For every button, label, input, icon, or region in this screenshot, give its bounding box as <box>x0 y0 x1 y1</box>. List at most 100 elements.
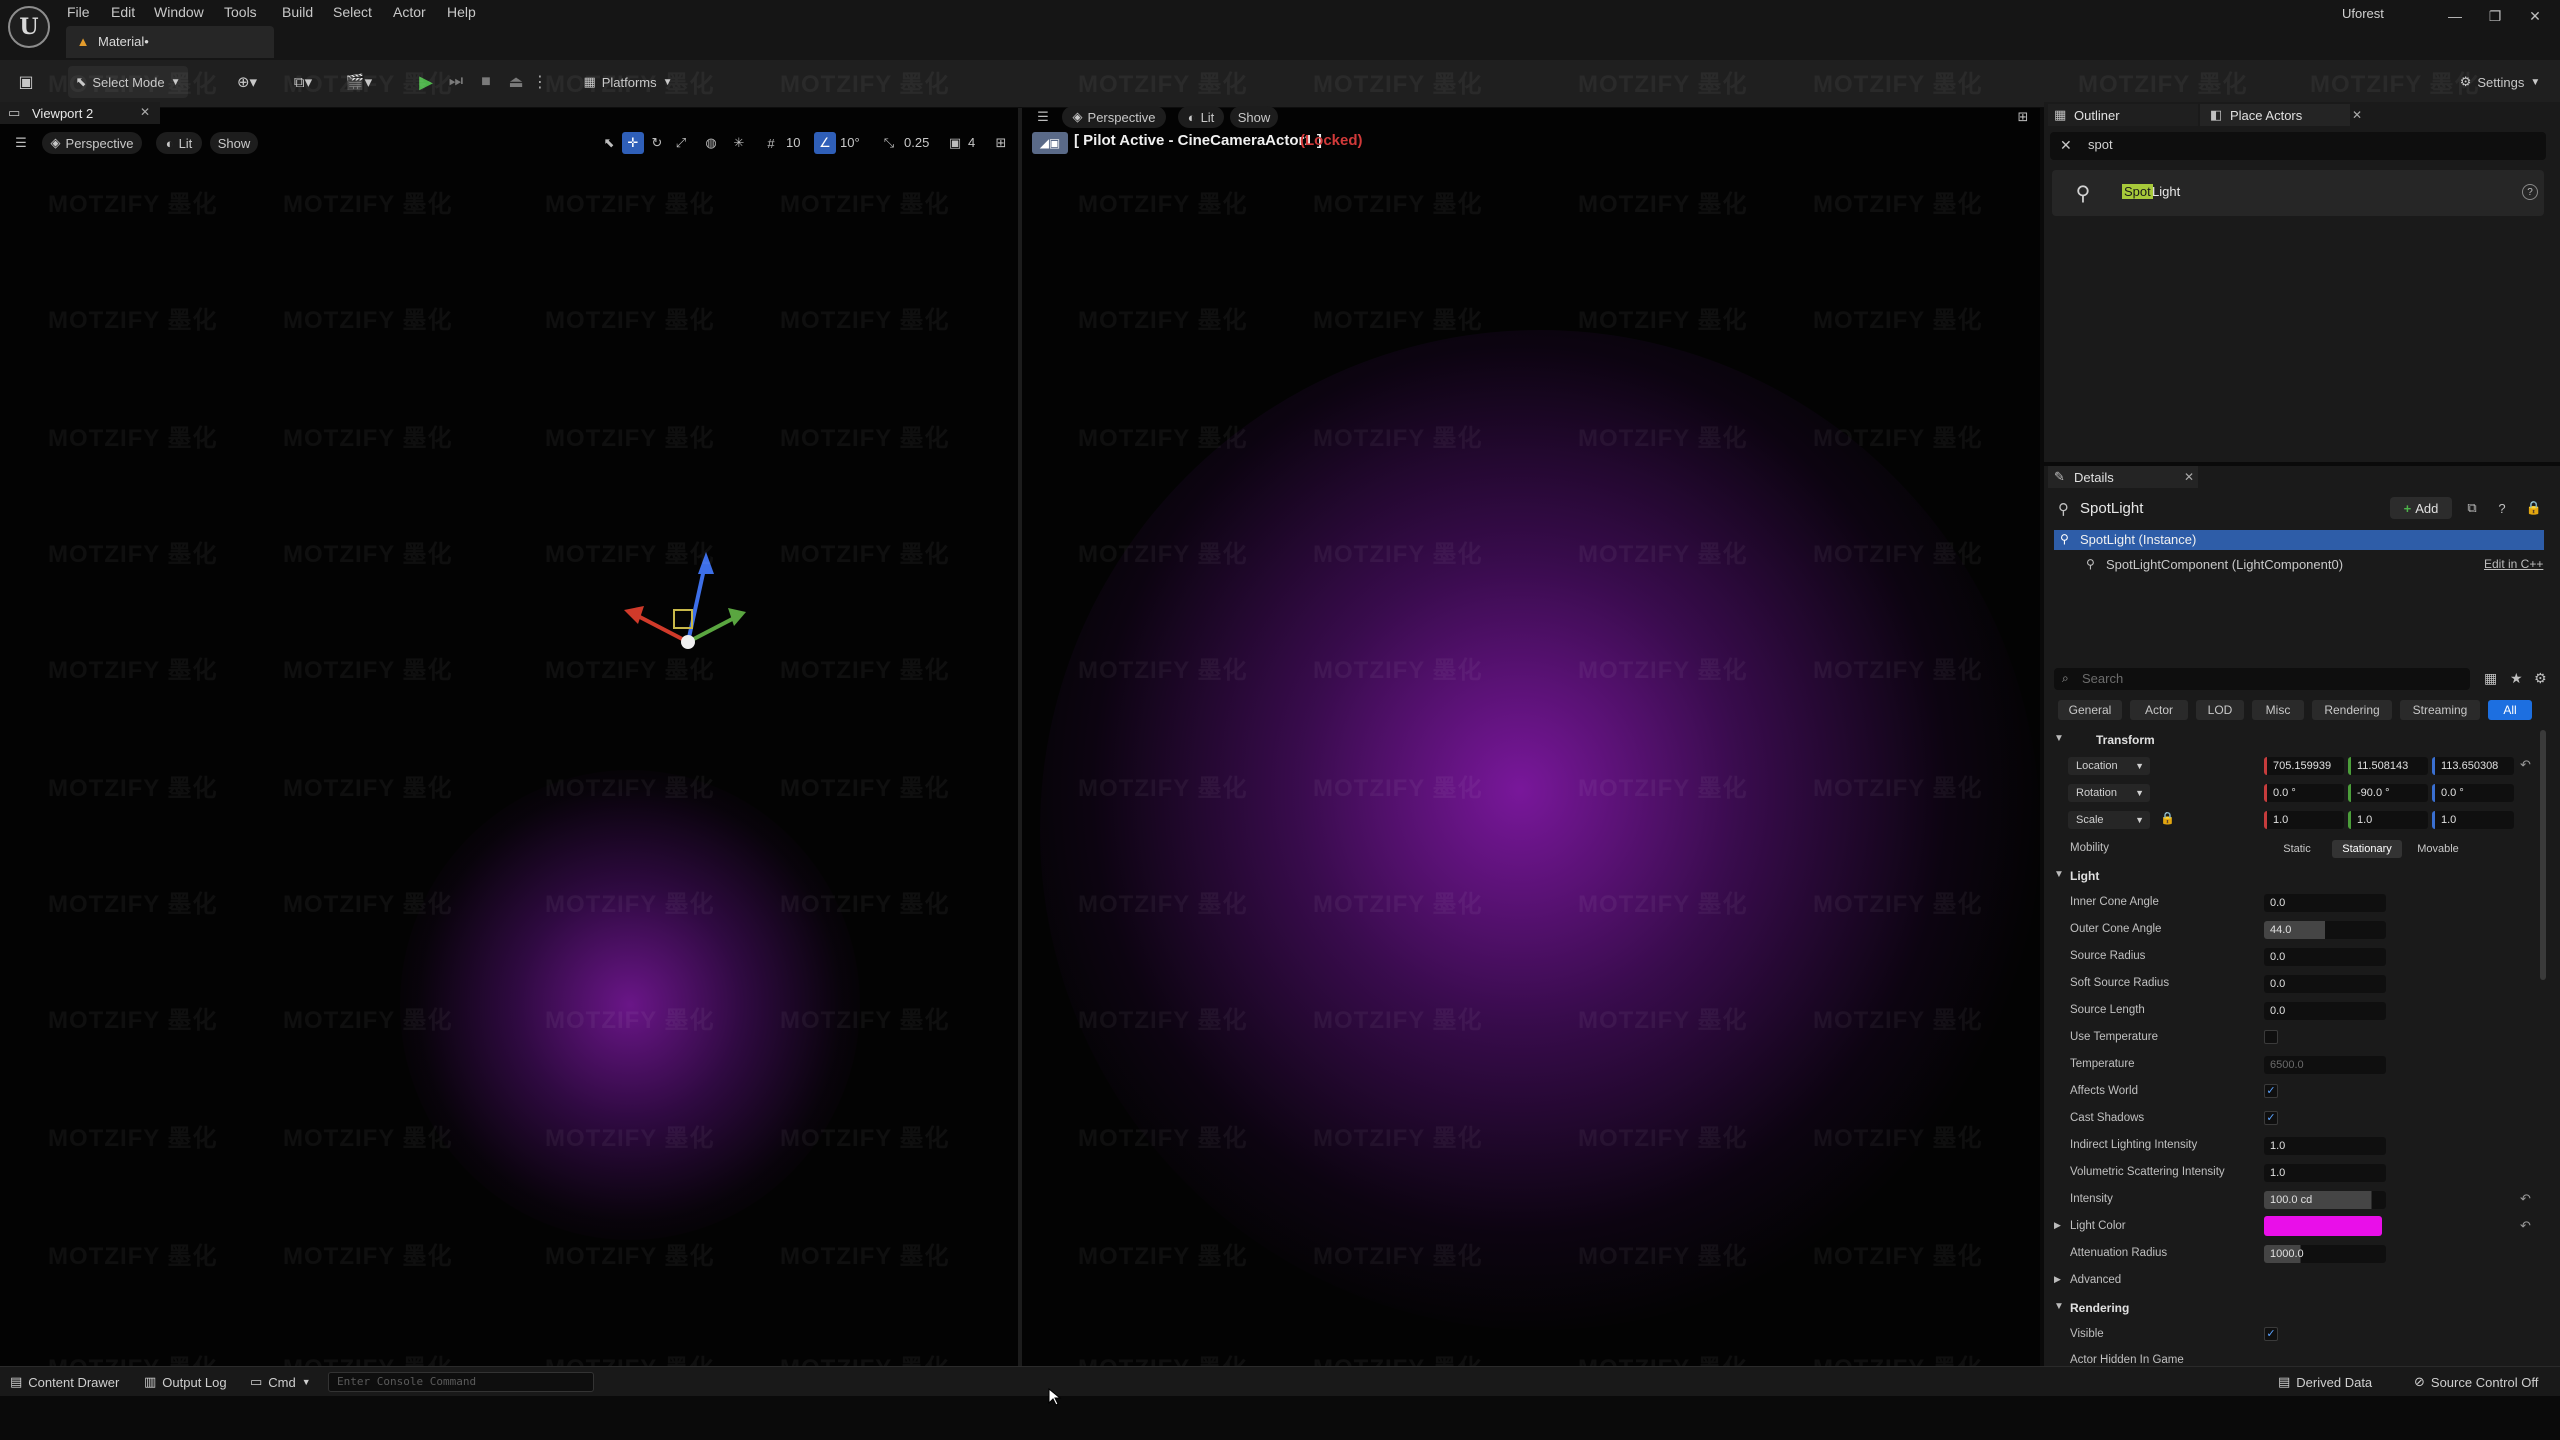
maximize-icon[interactable]: ❐ <box>2480 4 2510 28</box>
rotation-y-input[interactable]: -90.0 ° <box>2348 784 2428 802</box>
lock-icon[interactable]: 🔒 <box>2524 498 2544 518</box>
lit-button-right[interactable]: ◐ Lit <box>1178 106 1224 128</box>
help-icon[interactable]: ? <box>2492 498 2512 518</box>
stop-icon[interactable]: ■ <box>472 66 500 98</box>
inner-cone-angle-input[interactable]: 0.0 <box>2264 894 2386 912</box>
pilot-camera-icon[interactable]: ◢▣ <box>1032 132 1068 154</box>
minimize-icon[interactable]: — <box>2440 4 2470 28</box>
place-actor-spot-light[interactable]: ⚲ Spot Light ? <box>2052 170 2544 216</box>
viewport-layout-icon[interactable]: ⊞ <box>2012 106 2034 128</box>
light-color-swatch[interactable] <box>2264 1216 2382 1236</box>
clear-search-icon[interactable]: ✕ <box>2060 137 2072 154</box>
scale-y-input[interactable]: 1.0 <box>2348 811 2428 829</box>
temperature-input[interactable]: 6500.0 <box>2264 1056 2386 1074</box>
lock-icon[interactable]: 🔒 <box>2160 811 2175 825</box>
reset-icon[interactable]: ↶ <box>2520 1191 2531 1207</box>
blueprint-icon[interactable]: ⧉ <box>2462 498 2482 518</box>
mobility-movable[interactable]: Movable <box>2404 840 2472 858</box>
soft-source-radius-input[interactable]: 0.0 <box>2264 975 2386 993</box>
indirect-lighting-input[interactable]: 1.0 <box>2264 1137 2386 1155</box>
filter-lod[interactable]: LOD <box>2196 700 2244 720</box>
add-component-button[interactable]: + Add <box>2390 497 2452 519</box>
show-button[interactable]: Show <box>210 132 258 154</box>
menu-build[interactable]: Build <box>282 4 313 24</box>
menu-help[interactable]: Help <box>447 4 476 24</box>
mobility-stationary[interactable]: Stationary <box>2332 840 2402 858</box>
filter-misc[interactable]: Misc <box>2252 700 2304 720</box>
collapse-arrow-icon[interactable]: ▼ <box>2054 869 2064 880</box>
lit-button[interactable]: ◐ Lit <box>156 132 202 154</box>
attenuation-radius-input[interactable]: 1000.0 <box>2264 1245 2386 1263</box>
filter-actor[interactable]: Actor <box>2130 700 2188 720</box>
visible-checkbox[interactable]: ✓ <box>2264 1327 2278 1341</box>
section-light[interactable]: Light <box>2070 869 2099 883</box>
cast-shadows-checkbox[interactable]: ✓ <box>2264 1111 2278 1125</box>
scale-x-input[interactable]: 1.0 <box>2264 811 2344 829</box>
more-options-icon[interactable]: ⋮ <box>530 66 550 98</box>
scale-tool-icon[interactable]: ⤢ <box>670 132 692 154</box>
play-icon[interactable]: ▶ <box>412 66 440 98</box>
volumetric-scattering-input[interactable]: 1.0 <box>2264 1164 2386 1182</box>
perspective-button[interactable]: ◈ Perspective <box>42 132 142 154</box>
world-local-icon[interactable]: ◍ <box>700 132 722 154</box>
transform-gizmo[interactable] <box>610 540 750 660</box>
details-scrollbar[interactable] <box>2540 730 2546 980</box>
hamburger-menu-icon[interactable]: ☰ <box>1032 106 1054 128</box>
hamburger-menu-icon[interactable]: ☰ <box>10 132 32 154</box>
grid-snap-icon[interactable]: # <box>760 132 782 154</box>
location-y-input[interactable]: 11.508143 <box>2348 757 2428 775</box>
show-button-right[interactable]: Show <box>1230 106 1278 128</box>
viewport-layout-icon[interactable]: ⊞ <box>990 132 1012 154</box>
component-child-label[interactable]: SpotLightComponent (LightComponent0) <box>2106 557 2343 572</box>
surface-snap-icon[interactable]: ✳ <box>728 132 750 154</box>
cmd-dropdown[interactable]: ▭ Cmd ▼ <box>250 1374 311 1390</box>
menu-file[interactable]: File <box>67 4 90 24</box>
menu-select[interactable]: Select <box>333 4 372 24</box>
close-tab-icon[interactable]: ✕ <box>2352 108 2362 122</box>
rotation-snap-icon[interactable]: ∠ <box>814 132 836 154</box>
cinematics-icon[interactable]: 🎬▾ <box>336 66 382 98</box>
eject-icon[interactable]: ⏏ <box>502 66 530 98</box>
camera-speed-icon[interactable]: ▣ <box>944 132 966 154</box>
section-transform[interactable]: Transform <box>2096 733 2155 747</box>
scale-snap-icon[interactable]: ⤡ <box>878 132 900 154</box>
filter-rendering[interactable]: Rendering <box>2312 700 2392 720</box>
unreal-logo-icon[interactable]: U <box>8 6 50 48</box>
translate-tool-icon[interactable]: ✛ <box>622 132 644 154</box>
derived-data-button[interactable]: ▤ Derived Data <box>2278 1374 2372 1390</box>
camera-speed-value[interactable]: 4 <box>968 135 975 150</box>
expand-arrow-icon[interactable]: ▶ <box>2054 1220 2061 1231</box>
edit-in-cpp-link[interactable]: Edit in C++ <box>2484 557 2543 571</box>
menu-tools[interactable]: Tools <box>224 4 257 24</box>
content-drawer-button[interactable]: ▤ Content Drawer <box>10 1374 119 1390</box>
collapse-arrow-icon[interactable]: ▼ <box>2054 1301 2064 1312</box>
location-z-input[interactable]: 113.650308 <box>2432 757 2514 775</box>
menu-edit[interactable]: Edit <box>111 4 135 24</box>
scale-snap-value[interactable]: 0.25 <box>904 135 929 150</box>
rotate-tool-icon[interactable]: ↻ <box>646 132 668 154</box>
rotation-z-input[interactable]: 0.0 ° <box>2432 784 2514 802</box>
rotation-snap-value[interactable]: 10° <box>840 135 860 150</box>
gear-icon[interactable]: ⚙ <box>2534 670 2547 687</box>
console-command-input[interactable]: Enter Console Command <box>328 1372 594 1392</box>
blueprints-icon[interactable]: ⧉▾ <box>280 66 326 98</box>
star-icon[interactable]: ★ <box>2510 670 2523 687</box>
place-actors-tab[interactable]: ◧ Place Actors ✕ <box>2200 104 2362 126</box>
mobility-static[interactable]: Static <box>2264 840 2330 858</box>
scale-dropdown[interactable]: Scale ▼ <box>2068 811 2150 829</box>
help-icon[interactable]: ? <box>2522 184 2538 200</box>
rotation-x-input[interactable]: 0.0 ° <box>2264 784 2344 802</box>
section-rendering[interactable]: Rendering <box>2070 1301 2129 1315</box>
save-icon[interactable]: ▣ <box>14 70 38 94</box>
document-tab-material[interactable]: ▲ Material• <box>66 26 274 58</box>
close-tab-icon[interactable]: ✕ <box>2184 470 2194 484</box>
expand-arrow-icon[interactable]: ▶ <box>2054 1274 2061 1285</box>
place-actors-search-value[interactable]: spot <box>2088 137 2113 152</box>
filter-streaming[interactable]: Streaming <box>2400 700 2480 720</box>
affects-world-checkbox[interactable]: ✓ <box>2264 1084 2278 1098</box>
advanced-label[interactable]: Advanced <box>2070 1274 2121 1286</box>
step-icon[interactable]: ⏭ <box>442 66 470 98</box>
use-temperature-checkbox[interactable] <box>2264 1030 2278 1044</box>
location-dropdown[interactable]: Location ▼ <box>2068 757 2150 775</box>
rotation-dropdown[interactable]: Rotation ▼ <box>2068 784 2150 802</box>
